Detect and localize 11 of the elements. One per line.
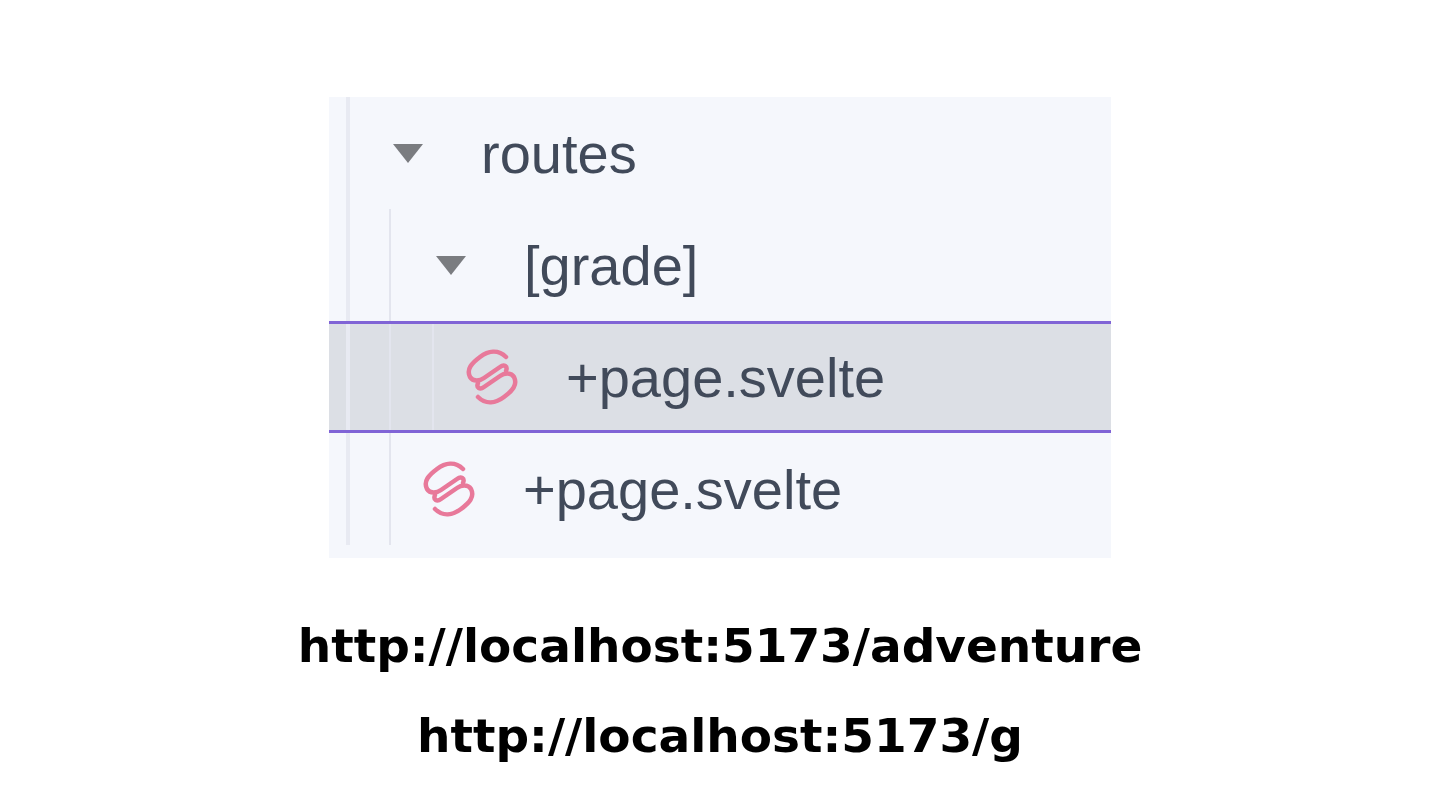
- file-name: +page.svelte: [523, 456, 843, 522]
- url-text: http://localhost:5173/g: [417, 708, 1023, 764]
- tree-row[interactable]: +page.svelte: [329, 321, 1111, 433]
- caret-icon[interactable]: [391, 141, 425, 165]
- folder-name: [grade]: [524, 232, 699, 298]
- file-name: +page.svelte: [566, 344, 886, 410]
- caret-icon[interactable]: [434, 253, 468, 277]
- tree-row[interactable]: routes: [329, 97, 1111, 209]
- folder-name: routes: [481, 120, 637, 186]
- tree-row[interactable]: +page.svelte: [329, 433, 1111, 545]
- url-text: http://localhost:5173/adventure: [297, 618, 1143, 674]
